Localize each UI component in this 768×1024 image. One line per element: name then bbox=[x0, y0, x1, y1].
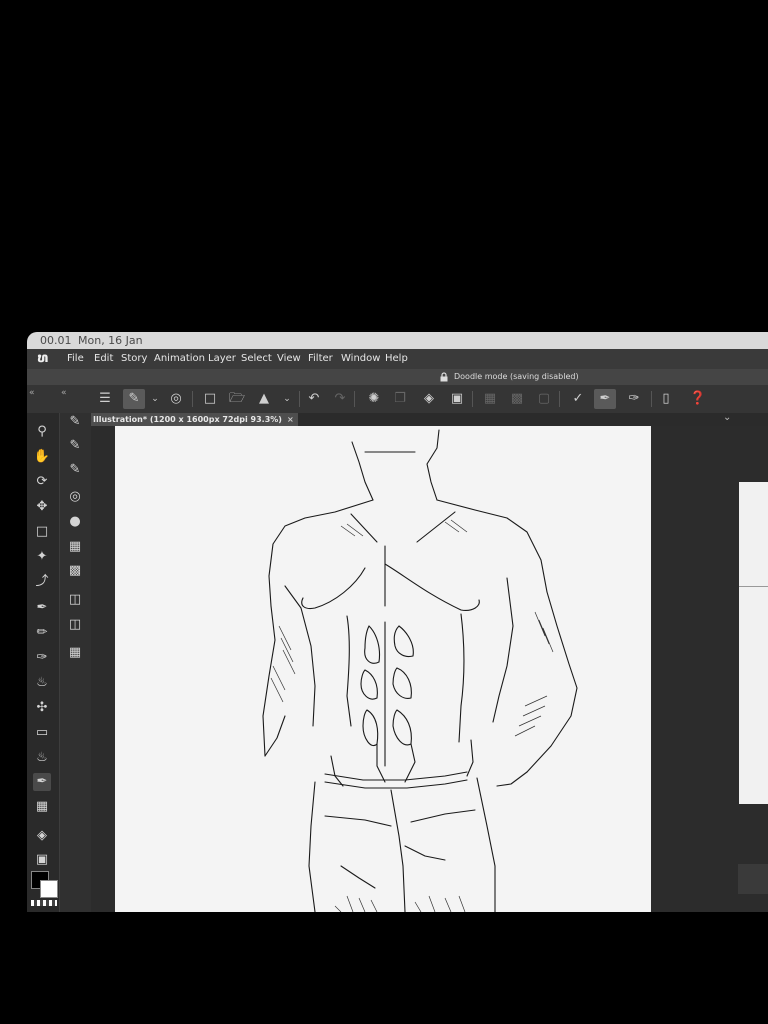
sub-grid-icon[interactable]: ▦ bbox=[66, 538, 84, 556]
pen-icon[interactable]: ✒ bbox=[33, 599, 51, 617]
canvas-area[interactable] bbox=[91, 426, 768, 912]
sub-calendar-icon[interactable]: ▦ bbox=[66, 644, 84, 662]
blend-icon[interactable]: ♨ bbox=[33, 749, 51, 767]
sub-film-icon[interactable]: ▩ bbox=[66, 562, 84, 580]
menu-bar: ທ File Edit Story Animation Layer Select… bbox=[27, 349, 768, 369]
airbrush-icon[interactable]: ♨ bbox=[33, 674, 51, 692]
command-bar: « « ☰ ✎ ⌄ ◎ □ 🗁 ▲ ⌄ ↶ ↷ ✺ ❐ ◈ ▣ ▦ ▩ ▢ ✓ … bbox=[27, 385, 768, 413]
close-tab-icon[interactable]: × bbox=[287, 415, 294, 424]
brush-icon[interactable]: ✑ bbox=[33, 649, 51, 667]
doodle-mode-text: Doodle mode (saving disabled) bbox=[454, 372, 579, 381]
hand-icon[interactable]: ✋ bbox=[33, 448, 51, 466]
document-tab-title: Illustration* (1200 x 1600px 72dpi 93.3%… bbox=[93, 415, 282, 424]
collapse-sub-icon[interactable]: « bbox=[61, 388, 67, 398]
sub-pencil-icon[interactable]: ✎ bbox=[66, 437, 84, 455]
menu-view[interactable]: View bbox=[277, 349, 301, 369]
magic-wand-icon[interactable]: ✦ bbox=[33, 548, 51, 566]
companion-icon[interactable]: ◎ bbox=[165, 389, 187, 409]
rotate-icon[interactable]: ⟳ bbox=[33, 473, 51, 491]
toolbar-divider bbox=[354, 391, 355, 407]
zoom-icon[interactable]: ⚲ bbox=[33, 423, 51, 441]
toolbar-divider bbox=[299, 391, 300, 407]
sub-layers-add-icon[interactable]: ◫ bbox=[66, 591, 84, 609]
fill-icon[interactable]: ◈ bbox=[33, 827, 51, 845]
menu-animation[interactable]: Animation bbox=[154, 349, 205, 369]
menu-help[interactable]: Help bbox=[385, 349, 408, 369]
toolbar-divider bbox=[472, 391, 473, 407]
share-icon[interactable]: ▲ bbox=[253, 389, 275, 409]
sub-brush-icon[interactable]: ✎ bbox=[66, 461, 84, 479]
collapse-left-icon[interactable]: « bbox=[29, 388, 35, 398]
app-logo-icon[interactable]: ທ bbox=[36, 352, 50, 366]
drawing-canvas[interactable] bbox=[115, 426, 651, 912]
menu-hamburger-icon[interactable]: ☰ bbox=[94, 389, 116, 409]
stroke-check-icon[interactable]: ✓ bbox=[567, 389, 589, 409]
navigator-thumbnail[interactable] bbox=[738, 864, 768, 894]
frame-icon[interactable]: ▦ bbox=[33, 798, 51, 816]
brush-stroke-icon[interactable]: ✑ bbox=[623, 389, 645, 409]
toolbar-divider bbox=[651, 391, 652, 407]
selection-icon[interactable]: □ bbox=[33, 523, 51, 541]
system-status-bar: 00.01 Mon, 16 Jan bbox=[27, 332, 768, 349]
doodle-mode-banner: Doodle mode (saving disabled) bbox=[27, 369, 768, 385]
panel-divider bbox=[739, 586, 768, 587]
torso-sketch bbox=[262, 429, 578, 912]
tool-palette: ⚲ ✋ ⟳ ✥ □ ✦ ⤴ ✒ ✏ ✑ ♨ ✣ ▭ ♨ ✒ ▦ ◈ ▣ bbox=[27, 413, 59, 912]
loading-spinner-icon[interactable]: ✺ bbox=[363, 389, 385, 409]
new-file-icon[interactable]: □ bbox=[199, 389, 221, 409]
menu-story[interactable]: Story bbox=[121, 349, 147, 369]
status-date: Mon, 16 Jan bbox=[78, 334, 143, 347]
decoration-icon[interactable]: ✣ bbox=[33, 699, 51, 717]
sub-circle-icon[interactable]: ◎ bbox=[66, 488, 84, 506]
toolbar-divider bbox=[559, 391, 560, 407]
status-time: 00.01 bbox=[40, 334, 72, 347]
open-folder-icon[interactable]: 🗁 bbox=[226, 389, 248, 409]
tab-overflow-chevron-icon[interactable]: ⌄ bbox=[723, 412, 731, 423]
menu-edit[interactable]: Edit bbox=[94, 349, 113, 369]
ruler-pen-icon[interactable]: ✒ bbox=[33, 773, 51, 791]
copy-icon[interactable]: ❐ bbox=[389, 389, 411, 409]
eraser-icon[interactable]: ▭ bbox=[33, 724, 51, 742]
transform-icon[interactable]: ▩ bbox=[506, 389, 528, 409]
document-tab-bar: Illustration* (1200 x 1600px 72dpi 93.3%… bbox=[91, 413, 768, 426]
menu-filter[interactable]: Filter bbox=[308, 349, 333, 369]
document-tab[interactable]: Illustration* (1200 x 1600px 72dpi 93.3%… bbox=[91, 413, 298, 426]
gradient-icon[interactable]: ▣ bbox=[33, 851, 51, 869]
menu-file[interactable]: File bbox=[67, 349, 84, 369]
clear-icon[interactable]: ▦ bbox=[479, 389, 501, 409]
side-panel-preview bbox=[739, 482, 768, 804]
move-icon[interactable]: ✥ bbox=[33, 498, 51, 516]
menu-window[interactable]: Window bbox=[341, 349, 380, 369]
transparent-color-swatch[interactable] bbox=[31, 900, 57, 906]
sub-drops-icon[interactable]: ● bbox=[66, 513, 84, 531]
pen-stroke-icon[interactable]: ✒ bbox=[594, 389, 616, 409]
sub-pen-icon[interactable]: ✎ bbox=[66, 413, 84, 431]
sub-layers-icon[interactable]: ◫ bbox=[66, 616, 84, 634]
tablet-screen: 00.01 Mon, 16 Jan ທ File Edit Story Anim… bbox=[27, 332, 768, 912]
deselect-icon[interactable]: ▢ bbox=[533, 389, 555, 409]
lock-icon bbox=[440, 372, 448, 382]
toolbar-divider bbox=[192, 391, 193, 407]
crop-icon[interactable]: ▣ bbox=[446, 389, 468, 409]
share-dropdown-chevron-icon[interactable]: ⌄ bbox=[276, 389, 298, 409]
smartphone-icon[interactable]: ▯ bbox=[655, 389, 677, 409]
help-bubble-icon[interactable]: ❓ bbox=[687, 389, 709, 409]
mode-toggle-icon[interactable]: ✎ bbox=[123, 389, 145, 409]
undo-icon[interactable]: ↶ bbox=[303, 389, 325, 409]
eyedropper-icon[interactable]: ⤴ bbox=[33, 573, 51, 591]
background-color-swatch[interactable] bbox=[40, 880, 58, 898]
redo-icon[interactable]: ↷ bbox=[329, 389, 351, 409]
menu-select[interactable]: Select bbox=[241, 349, 272, 369]
sub-tool-palette: ✎ ✎ ✎ ◎ ● ▦ ▩ ◫ ◫ ▦ bbox=[59, 413, 92, 912]
fill-bucket-icon[interactable]: ◈ bbox=[418, 389, 440, 409]
pencil-icon[interactable]: ✏ bbox=[33, 624, 51, 642]
menu-layer[interactable]: Layer bbox=[208, 349, 236, 369]
mode-dropdown-chevron-icon[interactable]: ⌄ bbox=[144, 389, 166, 409]
